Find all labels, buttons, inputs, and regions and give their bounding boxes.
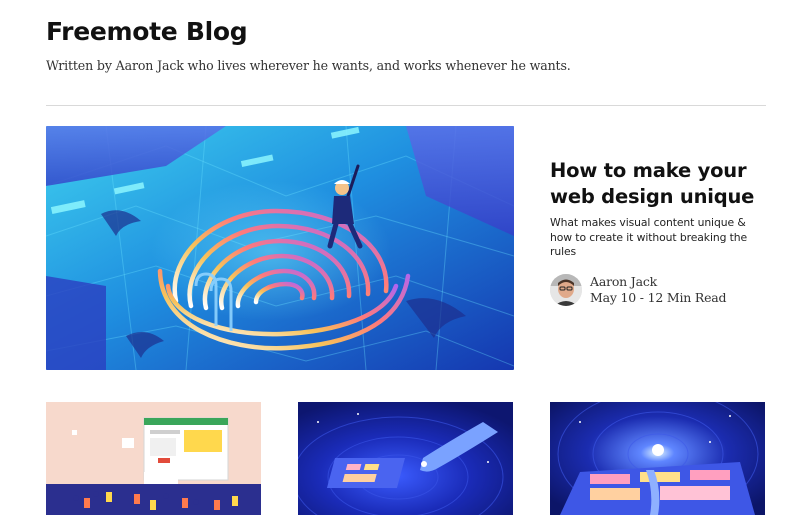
post-card-image-3[interactable] — [550, 402, 765, 515]
hand-touching-screen-illustration — [298, 402, 513, 515]
author-avatar — [550, 273, 582, 306]
post-card-image-2[interactable] — [298, 402, 513, 515]
portal-with-dashboard-illustration — [550, 402, 765, 515]
post-date-readtime: May 10 - 12 Min Read — [590, 289, 727, 305]
avatar-icon — [550, 273, 582, 306]
blog-subtitle: Written by Aaron Jack who lives wherever… — [46, 58, 571, 73]
people-with-browser-window-illustration — [46, 402, 261, 515]
fingerprint-pool-illustration — [46, 126, 514, 370]
featured-post-excerpt: What makes visual content unique & how t… — [550, 216, 748, 258]
blog-title: Freemote Blog — [46, 17, 248, 46]
header-divider — [46, 105, 766, 106]
post-card-image-1[interactable] — [46, 402, 261, 515]
author-name[interactable]: Aaron Jack — [590, 274, 726, 290]
featured-post-content: How to make your web design unique What … — [550, 158, 770, 306]
author-row: Aaron Jack May 10 - 12 Min Read — [550, 273, 770, 306]
featured-post-title[interactable]: How to make your web design unique — [550, 158, 770, 210]
featured-post-image[interactable] — [46, 126, 514, 370]
author-meta: Aaron Jack May 10 - 12 Min Read — [590, 274, 727, 306]
